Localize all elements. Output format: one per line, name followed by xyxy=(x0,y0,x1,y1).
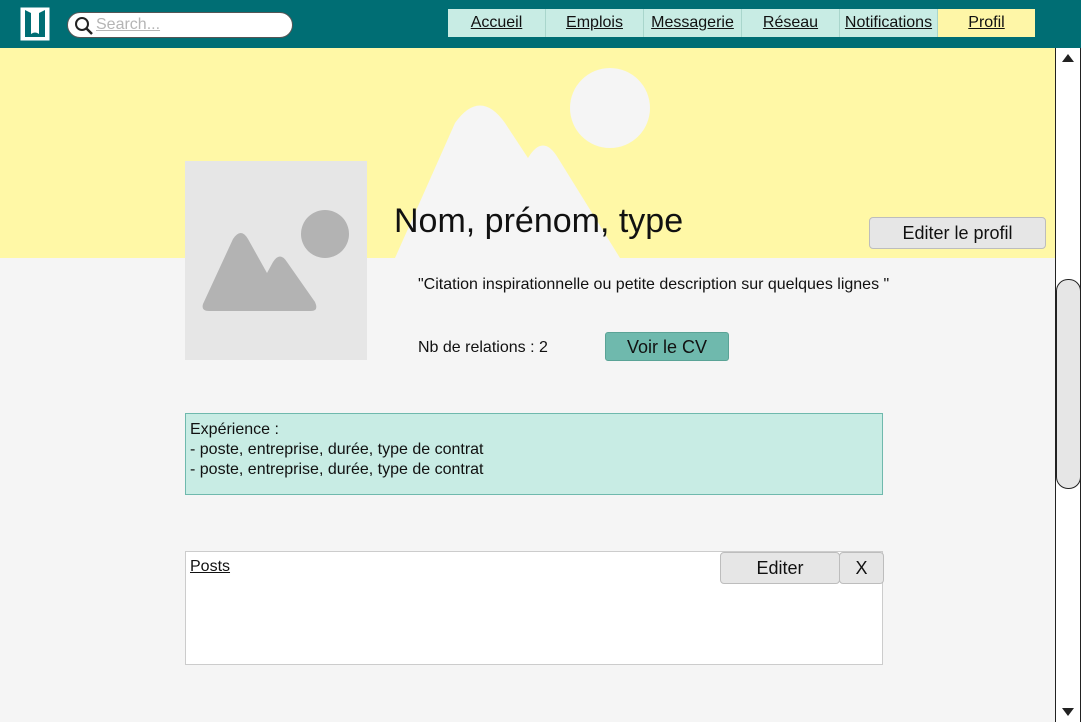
nav-item-messagerie[interactable]: Messagerie xyxy=(644,9,742,37)
edit-posts-button[interactable]: Editer xyxy=(720,552,840,584)
profile-quote: "Citation inspirationnelle ou petite des… xyxy=(418,276,890,293)
posts-link[interactable]: Posts xyxy=(190,558,230,576)
top-bar: Accueil Emplois Messagerie Réseau Notifi… xyxy=(0,0,1081,48)
vertical-scrollbar[interactable] xyxy=(1055,48,1081,722)
nav-item-accueil[interactable]: Accueil xyxy=(448,9,546,37)
experience-section: Expérience : - poste, entreprise, durée,… xyxy=(185,413,883,495)
main-nav: Accueil Emplois Messagerie Réseau Notifi… xyxy=(448,9,1035,37)
experience-title: Expérience : xyxy=(190,421,279,438)
search-icon xyxy=(75,17,93,35)
nav-item-notifications[interactable]: Notifications xyxy=(840,9,938,37)
experience-item: - poste, entreprise, durée, type de cont… xyxy=(190,461,484,478)
view-cv-button[interactable]: Voir le CV xyxy=(605,332,729,361)
relations-count: Nb de relations : 2 xyxy=(418,339,548,356)
edit-profile-button[interactable]: Editer le profil xyxy=(869,217,1046,249)
experience-item: - poste, entreprise, durée, type de cont… xyxy=(190,441,484,458)
posts-section: Posts Editer X xyxy=(185,551,884,665)
search-box[interactable] xyxy=(67,12,293,38)
nav-item-reseau[interactable]: Réseau xyxy=(742,9,840,37)
profile-name: Nom, prénom, type xyxy=(394,202,684,240)
nav-item-emplois[interactable]: Emplois xyxy=(546,9,644,37)
scroll-up-icon[interactable] xyxy=(1056,49,1080,67)
nav-item-profil[interactable]: Profil xyxy=(938,9,1035,37)
scroll-down-icon[interactable] xyxy=(1056,703,1080,721)
scrollbar-thumb[interactable] xyxy=(1056,279,1081,489)
profile-avatar[interactable] xyxy=(185,161,367,360)
search-input[interactable] xyxy=(96,15,286,35)
avatar-image-placeholder-icon xyxy=(202,210,349,311)
logo-icon[interactable] xyxy=(20,7,50,41)
close-posts-button[interactable]: X xyxy=(839,552,884,584)
